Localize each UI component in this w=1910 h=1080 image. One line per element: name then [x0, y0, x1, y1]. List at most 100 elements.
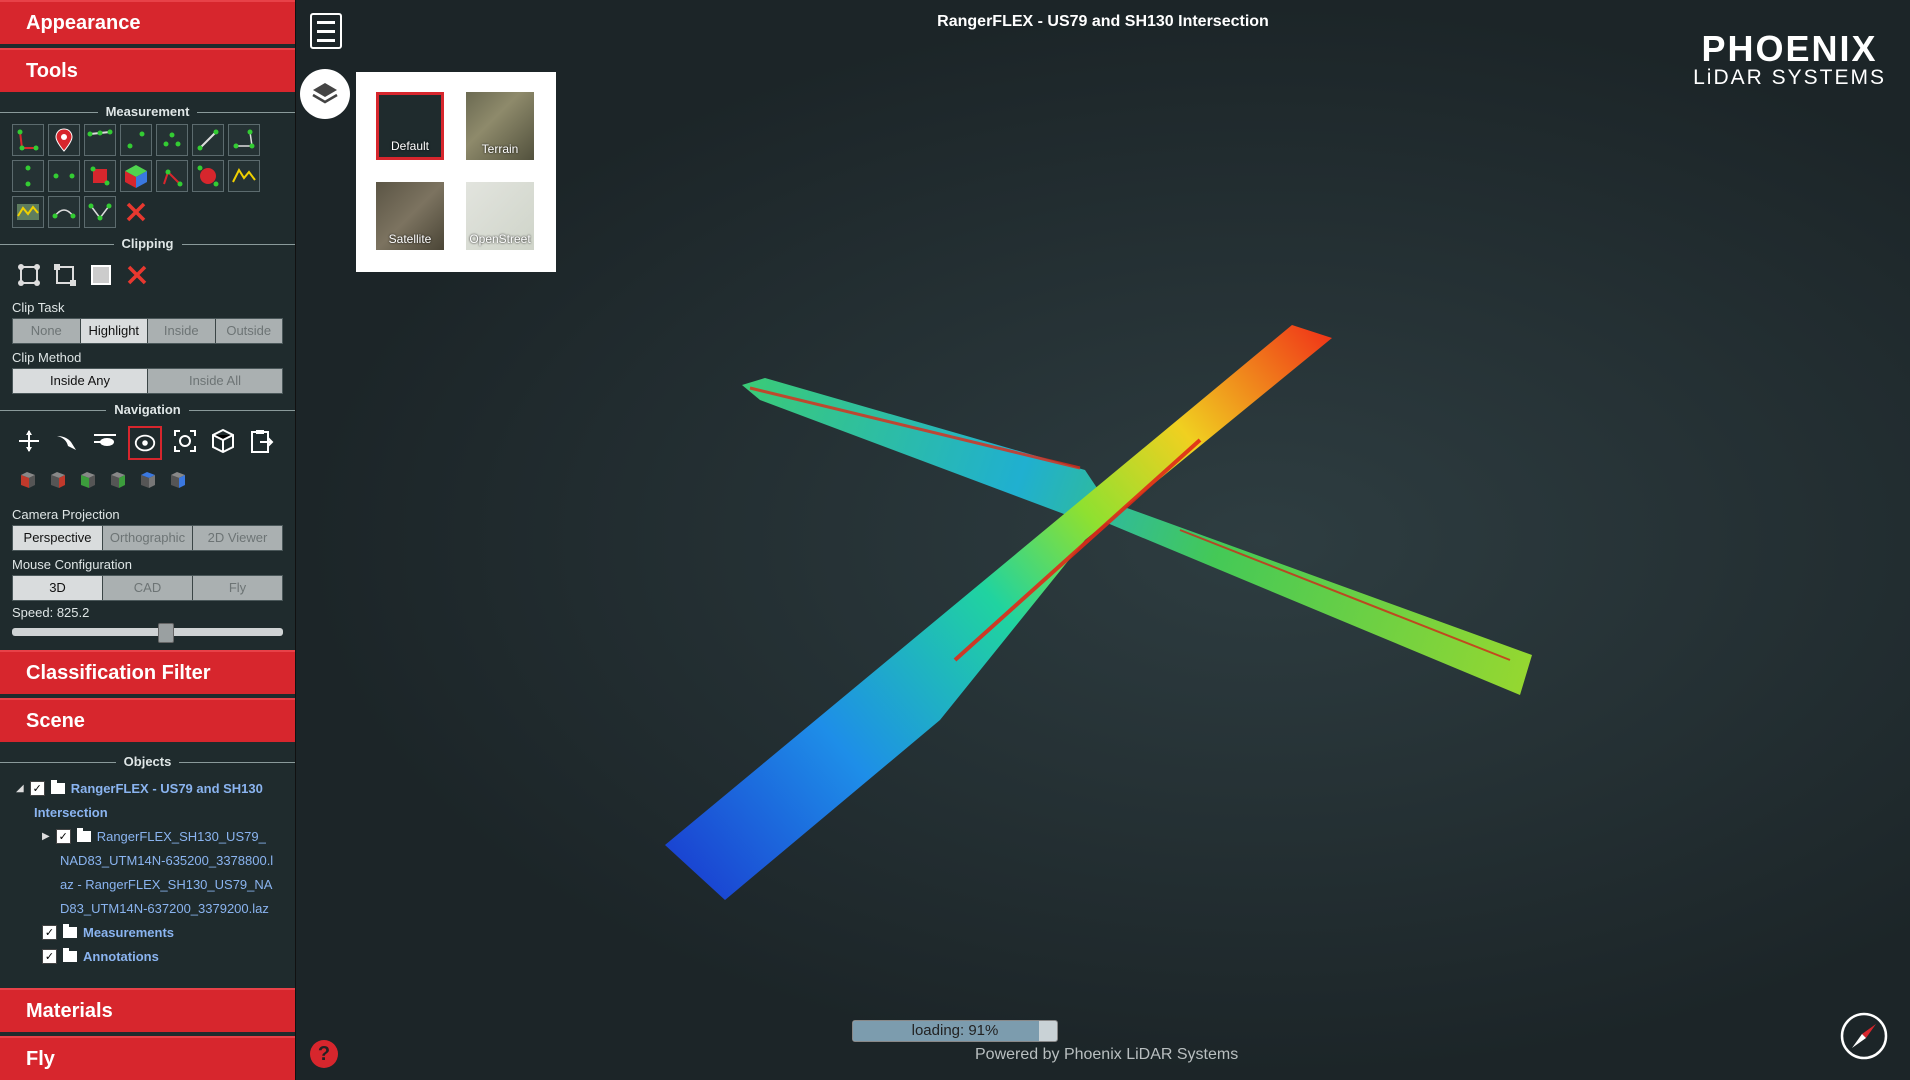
- help-icon[interactable]: ?: [310, 1040, 338, 1068]
- measurement-tools: [0, 124, 295, 228]
- view-top-icon[interactable]: [138, 470, 158, 495]
- clip-task-outside[interactable]: Outside: [215, 319, 282, 343]
- elevation-profile-icon[interactable]: [228, 160, 260, 192]
- remove-measurements-icon[interactable]: [120, 196, 152, 228]
- materials-header[interactable]: Materials: [0, 988, 295, 1036]
- fly-controls-icon[interactable]: [52, 426, 82, 456]
- navigation-section-title: Navigation: [0, 402, 295, 418]
- triangle-tool-icon[interactable]: [84, 196, 116, 228]
- view-right-icon[interactable]: [48, 470, 68, 495]
- tree-root-continued: Intersection: [34, 804, 108, 820]
- area-tool-icon[interactable]: [228, 124, 260, 156]
- classification-filter-header[interactable]: Classification Filter: [0, 650, 295, 698]
- view-back-icon[interactable]: [108, 470, 128, 495]
- folder-icon: [50, 779, 65, 794]
- speed-label: Speed: 825.2: [12, 605, 90, 620]
- view-front-icon[interactable]: [78, 470, 98, 495]
- box-volume-tool-icon[interactable]: [84, 160, 116, 192]
- pointcloud-checkbox[interactable]: ✓: [55, 828, 71, 844]
- powered-by-text: Powered by Phoenix LiDAR Systems: [975, 1046, 1239, 1063]
- measurement-section-title: Measurement: [0, 104, 295, 120]
- clipping-section-title: Clipping: [0, 236, 295, 252]
- tree-measurements[interactable]: ✓ Measurements: [10, 920, 285, 944]
- mouse-3d[interactable]: 3D: [13, 576, 103, 600]
- annotations-checkbox[interactable]: ✓: [42, 948, 57, 964]
- layers-icon[interactable]: [300, 69, 350, 119]
- height-tool-icon[interactable]: [120, 124, 152, 156]
- sphere-volume-tool-icon[interactable]: [192, 160, 224, 192]
- clip-task-highlight[interactable]: Highlight: [80, 319, 148, 343]
- clipping-tools: [0, 256, 295, 294]
- clip-method-group: Inside Any Inside All: [12, 368, 283, 394]
- pointcloud-name-line2: NAD83_UTM14N-635200_3378800.l: [60, 852, 274, 868]
- basemap-default[interactable]: Default: [376, 92, 444, 160]
- camera-projection-group: Perspective Orthographic 2D Viewer: [12, 525, 283, 551]
- tools-header[interactable]: Tools: [0, 48, 295, 96]
- compass-icon[interactable]: [1838, 1010, 1890, 1062]
- clip-task-inside[interactable]: Inside: [148, 319, 216, 343]
- speed-slider[interactable]: [12, 623, 283, 643]
- sidebar: Appearance Tools Measurement Clipping Cl…: [0, 0, 296, 1080]
- basemap-terrain[interactable]: Terrain: [466, 92, 534, 160]
- measurements-checkbox[interactable]: ✓: [42, 924, 57, 940]
- circle-tool-icon[interactable]: [156, 124, 188, 156]
- profile-tool-icon[interactable]: [48, 160, 80, 192]
- mouse-cad[interactable]: CAD: [103, 576, 193, 600]
- folder-icon: [63, 923, 77, 938]
- projection-perspective[interactable]: Perspective: [13, 526, 103, 550]
- angle-tool-icon[interactable]: [12, 124, 44, 156]
- fly-header[interactable]: Fly: [0, 1036, 295, 1080]
- loading-progress-bar: loading: 91%: [852, 1020, 1058, 1042]
- appearance-header[interactable]: Appearance: [0, 0, 295, 48]
- point-tool-icon[interactable]: [48, 124, 80, 156]
- helicopter-controls-icon[interactable]: [90, 426, 120, 456]
- clip-method-label: Clip Method: [12, 350, 82, 365]
- basemap-openstreet[interactable]: OpenStreet: [466, 182, 534, 250]
- clip-method-inside-all[interactable]: Inside All: [148, 369, 282, 393]
- tree-pointcloud[interactable]: ▶ ✓ RangerFLEX_SH130_US79_: [10, 824, 285, 848]
- phoenix-logo: PHOENIX LiDAR SYSTEMS: [1693, 28, 1886, 89]
- basemap-satellite[interactable]: Satellite: [376, 182, 444, 250]
- polyline-tool-icon[interactable]: [48, 196, 80, 228]
- focus-icon[interactable]: [170, 426, 200, 456]
- volume-tool-icon[interactable]: [12, 160, 44, 192]
- clip-polygon-icon[interactable]: [14, 260, 44, 290]
- navigation-tools: [0, 422, 295, 464]
- tree-root[interactable]: ◢ ✓ RangerFLEX - US79 and SH130: [10, 776, 285, 800]
- clip-task-none[interactable]: None: [13, 319, 81, 343]
- objects-section-title: Objects: [0, 754, 295, 770]
- pointcloud-name-line3: az - RangerFLEX_SH130_US79_NA: [60, 876, 273, 892]
- annotation-tool-icon[interactable]: [156, 160, 188, 192]
- profile-landscape-icon[interactable]: [12, 196, 44, 228]
- camera-projection-label: Camera Projection: [12, 507, 120, 522]
- root-checkbox[interactable]: ✓: [29, 780, 45, 796]
- scene-tree: ◢ ✓ RangerFLEX - US79 and SH130 Intersecti…: [0, 774, 295, 970]
- projection-orthographic[interactable]: Orthographic: [103, 526, 193, 550]
- scene-header[interactable]: Scene: [0, 698, 295, 746]
- compass-toggle-icon[interactable]: [246, 426, 276, 456]
- clip-box-icon[interactable]: [86, 260, 116, 290]
- navigation-cube-icon[interactable]: [208, 426, 238, 456]
- basemap-selector: Default Terrain Satellite OpenStreet: [356, 72, 556, 272]
- clip-method-inside-any[interactable]: Inside Any: [13, 369, 148, 393]
- projection-2d-viewer[interactable]: 2D Viewer: [193, 526, 282, 550]
- clip-task-group: None Highlight Inside Outside: [12, 318, 283, 344]
- azimuth-tool-icon[interactable]: [192, 124, 224, 156]
- cube-tool-icon[interactable]: [120, 160, 152, 192]
- mouse-config-group: 3D CAD Fly: [12, 575, 283, 601]
- remove-clipping-icon[interactable]: [122, 260, 152, 290]
- road-sh130: [742, 378, 1532, 695]
- orbit-controls-icon[interactable]: [128, 426, 162, 460]
- folder-icon: [63, 947, 77, 962]
- mouse-config-label: Mouse Configuration: [12, 557, 132, 572]
- view-bottom-icon[interactable]: [168, 470, 188, 495]
- view-presets: [0, 464, 295, 501]
- clip-volume-icon[interactable]: [50, 260, 80, 290]
- earth-controls-icon[interactable]: [14, 426, 44, 456]
- hamburger-menu-icon[interactable]: [310, 13, 342, 49]
- mouse-fly[interactable]: Fly: [193, 576, 282, 600]
- speed-slider-thumb[interactable]: [158, 623, 175, 643]
- tree-annotations[interactable]: ✓ Annotations: [10, 944, 285, 968]
- distance-tool-icon[interactable]: [84, 124, 116, 156]
- view-left-icon[interactable]: [18, 470, 38, 495]
